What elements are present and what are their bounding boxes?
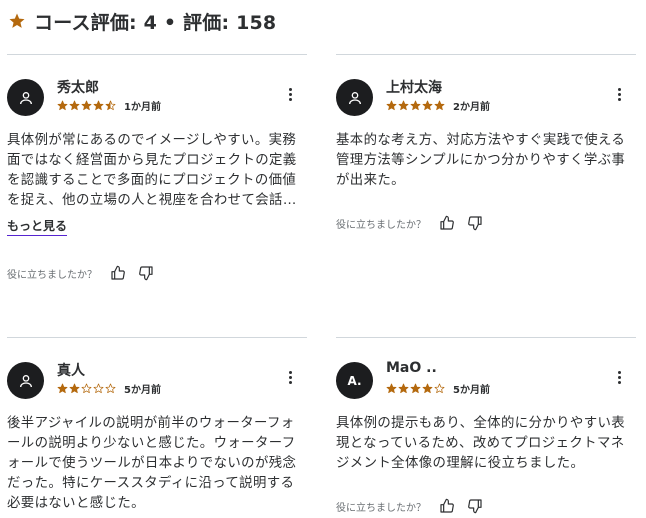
star-filled-icon: [93, 100, 104, 111]
star-empty-icon: [93, 383, 104, 394]
star-filled-icon: [57, 100, 68, 111]
star-filled-icon: [57, 383, 68, 394]
review-card: 真人 5か月前 後半アジャイルの説明が前半のウォーターフォールの説明より少ないと…: [7, 337, 307, 514]
star-filled-icon: [398, 100, 409, 111]
star-filled-icon: [422, 100, 433, 111]
user-icon: [348, 91, 361, 104]
show-more-button[interactable]: もっと見る: [7, 217, 68, 236]
user-icon: [19, 374, 32, 387]
helpful-label: 役に立ちましたか？: [336, 502, 426, 514]
star-filled-icon: [398, 383, 409, 394]
star-rating: [386, 383, 445, 394]
avatar: [7, 362, 44, 399]
more-options-icon[interactable]: [281, 366, 299, 388]
helpful-label: 役に立ちましたか？: [336, 219, 426, 231]
thumbs-down-icon[interactable]: [135, 262, 157, 284]
review-text: 後半アジャイルの説明が前半のウォーターフォールの説明より少ないと感じた。ウォータ…: [7, 416, 297, 511]
star-filled-icon: [434, 100, 445, 111]
thumbs-down-icon[interactable]: [464, 212, 486, 234]
helpful-row: 役に立ちましたか？: [336, 495, 636, 517]
reviewer-name: 秀太郎: [57, 80, 99, 96]
star-rating: [57, 100, 116, 111]
reviewer-info: 上村太海 2か月前: [336, 77, 636, 131]
star-filled-icon: [410, 100, 421, 111]
reviewer-info: 秀太郎 1か月前: [7, 77, 307, 131]
review-text: 具体例の提示もあり、全体的に分かりやすい表現となっているため、改めてプロジェクト…: [336, 416, 626, 471]
review-date: 2か月前: [453, 102, 490, 113]
review-card: A. MaO .. 5か月前 具体例の提示もあり、全体的に分かりやすい表現となっ…: [336, 337, 636, 517]
star-filled-icon: [410, 383, 421, 394]
reviewer-name: 上村太海: [386, 80, 442, 96]
thumbs-up-icon[interactable]: [436, 212, 458, 234]
review-text: 具体例が常にあるのでイメージしやすい。実務面ではなく経営面から見たプロジェクトの…: [7, 133, 297, 208]
reviewer-name: MaO ..: [386, 360, 437, 376]
reviewer-info: A. MaO .. 5か月前: [336, 360, 636, 414]
star-rating: [386, 100, 445, 111]
review-date: 5か月前: [124, 385, 161, 396]
review-card: 秀太郎 1か月前 具体例が常にあるのでイメージしやすい。実務面ではなく経営面から…: [7, 54, 307, 284]
review-text: 基本的な考え方、対応方法やすぐ実践で使える管理方法等シンプルにかつ分かりやすく学…: [336, 133, 626, 188]
avatar: [336, 79, 373, 116]
helpful-label: 役に立ちましたか？: [7, 269, 97, 281]
star-filled-icon: [386, 383, 397, 394]
course-rating-title: コース評価: 4 • 評価: 158: [34, 11, 277, 34]
star-half-icon: [105, 100, 116, 111]
rating-header: コース評価: 4 • 評価: 158: [8, 6, 276, 36]
thumbs-up-icon[interactable]: [107, 262, 129, 284]
review-card: 上村太海 2か月前 基本的な考え方、対応方法やすぐ実践で使える管理方法等シンプル…: [336, 54, 636, 234]
star-filled-icon: [422, 383, 433, 394]
reviewer-info: 真人 5か月前: [7, 360, 307, 414]
reviewer-name: 真人: [57, 363, 85, 379]
star-empty-icon: [105, 383, 116, 394]
more-options-icon[interactable]: [610, 83, 628, 105]
star-empty-icon: [81, 383, 92, 394]
avatar: A.: [336, 362, 373, 399]
more-options-icon[interactable]: [281, 83, 299, 105]
star-empty-icon: [434, 383, 445, 394]
helpful-row: 役に立ちましたか？: [7, 262, 307, 284]
star-filled-icon: [69, 100, 80, 111]
helpful-row: 役に立ちましたか？: [336, 212, 636, 234]
thumbs-down-icon[interactable]: [464, 495, 486, 517]
star-rating: [57, 383, 116, 394]
thumbs-up-icon[interactable]: [436, 495, 458, 517]
star-filled-icon: [386, 100, 397, 111]
avatar: [7, 79, 44, 116]
review-date: 1か月前: [124, 102, 161, 113]
more-options-icon[interactable]: [610, 366, 628, 388]
star-filled-icon: [81, 100, 92, 111]
user-icon: [19, 91, 32, 104]
star-icon: [9, 13, 25, 28]
star-filled-icon: [69, 383, 80, 394]
review-date: 5か月前: [453, 385, 490, 396]
